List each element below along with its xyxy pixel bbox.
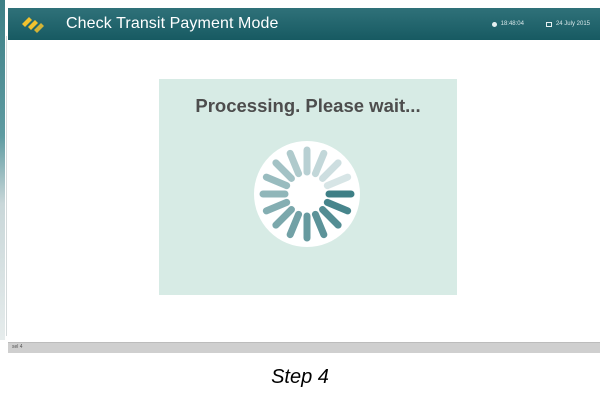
header-meta: 18:48:04 24 July 2015: [491, 21, 600, 27]
spinner-segment: [323, 198, 352, 215]
spinner-segment: [319, 159, 342, 182]
spinner-segment: [319, 206, 342, 229]
processing-panel: Processing. Please wait...: [159, 79, 457, 295]
spinner-segment: [323, 173, 352, 190]
clock-icon: [491, 21, 497, 27]
date: 24 July 2015: [545, 21, 590, 27]
processing-message: Processing. Please wait...: [195, 95, 421, 116]
spinner-segment: [286, 149, 303, 178]
calendar-icon: [545, 21, 552, 27]
company-logo-icon: [12, 8, 54, 40]
date-text: 24 July 2015: [555, 21, 590, 27]
spinner-segment: [311, 149, 328, 178]
spinner-segment: [286, 210, 303, 239]
page-title: Check Transit Payment Mode: [66, 15, 279, 32]
window-left-edge: [0, 0, 5, 340]
spinner-segment: [262, 173, 291, 190]
app-window: Check Transit Payment Mode 18:48:04 24 J…: [0, 0, 600, 353]
clock: 18:48:04: [491, 21, 524, 27]
status-bar: sel 4: [8, 342, 600, 353]
spinner-segment: [272, 206, 295, 229]
loading-spinner-icon: [254, 141, 360, 247]
window-divider: [6, 36, 7, 336]
spinner-segment: [272, 159, 295, 182]
title-bar: Check Transit Payment Mode 18:48:04 24 J…: [8, 8, 600, 40]
step-caption: Step 4: [271, 366, 329, 388]
clock-time: 18:48:04: [500, 21, 524, 27]
spinner-segment: [311, 210, 328, 239]
spinner-segment: [262, 198, 291, 215]
status-text: sel 4: [12, 344, 23, 350]
